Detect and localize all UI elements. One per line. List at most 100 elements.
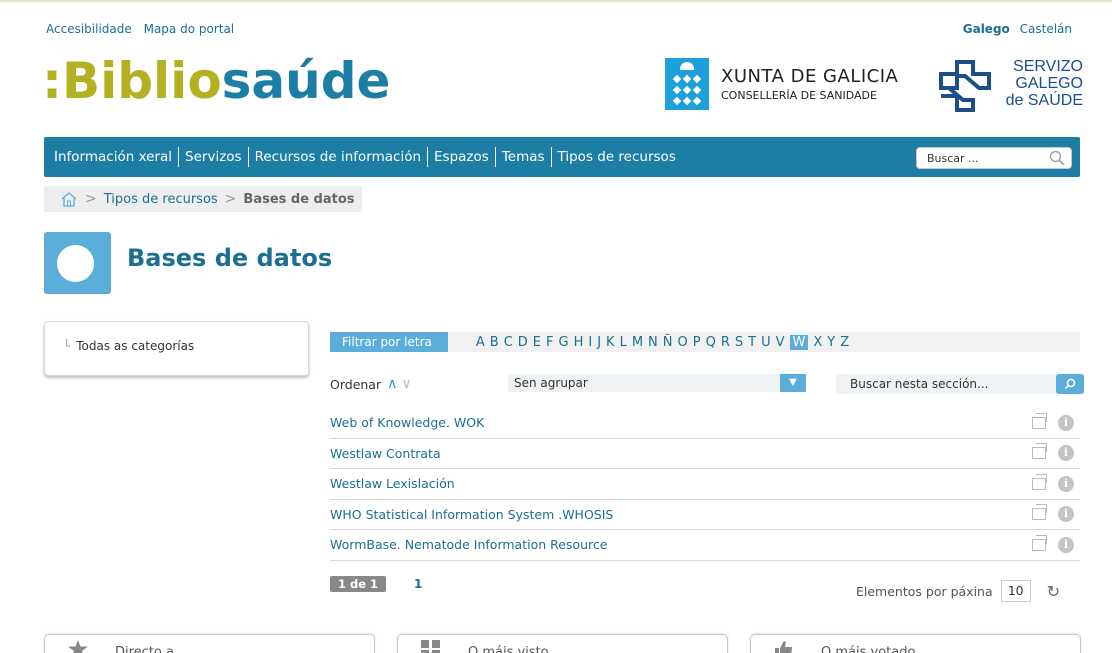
letter-h[interactable]: H <box>574 335 584 350</box>
letter-o[interactable]: O <box>678 335 688 350</box>
letter-d[interactable]: D <box>518 335 528 350</box>
per-page-control: Elementos por páxina 10 ↻ <box>856 580 1060 602</box>
per-page-input[interactable]: 10 <box>1000 580 1031 602</box>
search-icon <box>1064 378 1076 390</box>
letter-w[interactable]: W <box>789 334 809 350</box>
page-icon <box>44 232 111 294</box>
section-search-button[interactable] <box>1056 374 1084 394</box>
group-select[interactable]: Sen agrupar ▼ <box>508 374 806 392</box>
nav-item-servizos[interactable]: Servizos <box>179 147 249 167</box>
letter-x[interactable]: X <box>813 335 822 350</box>
star-icon <box>68 640 88 653</box>
letter-z[interactable]: Z <box>840 335 849 350</box>
letter-filter: Filtrar por letra ABCDEFGHIJKLMNÑOPQRSTU… <box>330 332 1080 352</box>
lang-castelan[interactable]: Castelán <box>1020 22 1072 36</box>
letter-n[interactable]: N <box>648 335 658 350</box>
breadcrumb-tipos-recursos[interactable]: Tipos de recursos <box>104 192 218 207</box>
section-search-input[interactable]: Buscar nesta sección... <box>836 374 1084 394</box>
tab-mais-visto[interactable]: O máis visto <box>397 634 728 653</box>
tab-directo[interactable]: Directo a <box>44 634 375 653</box>
lang-galego[interactable]: Galego <box>963 22 1010 36</box>
new-window-icon[interactable] <box>1032 504 1047 521</box>
result-link[interactable]: Westlaw Contrata <box>330 446 441 461</box>
new-window-icon[interactable] <box>1032 473 1047 490</box>
info-icon[interactable]: i <box>1058 445 1074 462</box>
sergas-line1: SERVIZO <box>1013 58 1083 75</box>
letter-p[interactable]: P <box>693 335 701 350</box>
letter-b[interactable]: B <box>490 335 499 350</box>
nav-item-temas[interactable]: Temas <box>496 147 552 167</box>
breadcrumb-current: Bases de datos <box>243 191 355 207</box>
new-window-icon[interactable] <box>1032 412 1047 429</box>
letter-m[interactable]: M <box>632 335 643 350</box>
letter-g[interactable]: G <box>558 335 568 350</box>
letter-j[interactable]: J <box>597 335 601 350</box>
result-actions: i <box>1032 473 1074 492</box>
xunta-department: CONSELLERÍA DE SANIDADE <box>721 89 877 102</box>
nav-item-recursos[interactable]: Recursos de información <box>249 147 429 167</box>
sergas-line2: GALEGO <box>1015 75 1083 92</box>
search-icon[interactable] <box>1049 150 1065 166</box>
bibliosaude-logo[interactable]: :Bibliosaúde <box>42 46 390 116</box>
page-count-badge: 1 de 1 <box>330 576 387 592</box>
category-all[interactable]: └ Todas as categorías <box>63 339 194 353</box>
letter-i[interactable]: I <box>588 335 592 350</box>
top-border <box>0 0 1112 2</box>
letter-f[interactable]: F <box>546 335 553 350</box>
tab-directo-label: Directo a <box>115 645 174 653</box>
info-icon[interactable]: i <box>1058 414 1074 431</box>
new-window-icon[interactable] <box>1032 534 1047 551</box>
category-box: └ Todas as categorías <box>44 321 309 376</box>
main-nav: Información xeral Servizos Recursos de i… <box>44 137 1080 177</box>
accessibility-link[interactable]: Accesibilidade <box>46 22 132 36</box>
info-icon[interactable]: i <box>1058 506 1074 523</box>
result-link[interactable]: Web of Knowledge. WOK <box>330 415 484 430</box>
sort-control: Ordenar ∧ ∨ <box>330 376 412 392</box>
new-window-icon[interactable] <box>1032 443 1047 460</box>
language-switcher: Galego Castelán <box>963 22 1072 36</box>
result-link[interactable]: Westlaw Lexislación <box>330 476 455 491</box>
xunta-logo[interactable]: XUNTA DE GALICIA CONSELLERÍA DE SANIDADE <box>665 58 898 110</box>
letter-l[interactable]: L <box>620 335 627 350</box>
results-list: Web of Knowledge. WOK i Westlaw Contrata i W… <box>330 408 1080 561</box>
tab-mais-votado[interactable]: O máis votado <box>750 634 1081 653</box>
result-row: Westlaw Contrata i <box>330 439 1080 469</box>
letter-c[interactable]: C <box>504 335 513 350</box>
letter-ñ[interactable]: Ñ <box>663 335 673 350</box>
page-title: Bases de datos <box>127 244 333 272</box>
letter-t[interactable]: T <box>748 335 756 350</box>
page-link[interactable]: 1 <box>414 577 422 591</box>
nav-item-espazos[interactable]: Espazos <box>428 147 496 167</box>
letter-k[interactable]: K <box>606 335 615 350</box>
letter-u[interactable]: U <box>761 335 771 350</box>
site-search-input[interactable]: Buscar ... <box>916 147 1072 169</box>
sort-desc-icon[interactable]: ∨ <box>401 376 411 392</box>
refresh-icon[interactable]: ↻ <box>1047 582 1060 601</box>
info-icon[interactable]: i <box>1058 536 1074 553</box>
letter-e[interactable]: E <box>533 335 541 350</box>
result-link[interactable]: WHO Statistical Information System .WHOS… <box>330 507 613 522</box>
result-row: WormBase. Nematode Information Resource i <box>330 530 1080 561</box>
chevron-down-icon[interactable]: ▼ <box>780 374 806 392</box>
result-link[interactable]: WormBase. Nematode Information Resource <box>330 537 607 552</box>
sitemap-link[interactable]: Mapa do portal <box>144 22 235 36</box>
result-actions: i <box>1032 412 1074 431</box>
site-search-placeholder: Buscar ... <box>927 151 979 165</box>
nav-item-tipos-recursos[interactable]: Tipos de recursos <box>552 147 682 167</box>
breadcrumb: > Tipos de recursos > Bases de datos <box>44 186 362 212</box>
sort-asc-icon[interactable]: ∧ <box>387 376 397 392</box>
logo-part2: saúde <box>221 52 391 110</box>
info-icon[interactable]: i <box>1058 475 1074 492</box>
letter-q[interactable]: Q <box>706 335 716 350</box>
pagination: 1 de 1 1 <box>330 576 422 592</box>
result-row: WHO Statistical Information System .WHOS… <box>330 500 1080 530</box>
nav-item-informacion-xeral[interactable]: Información xeral <box>48 147 180 167</box>
home-icon[interactable] <box>60 191 78 207</box>
letter-s[interactable]: S <box>735 335 743 350</box>
letter-y[interactable]: Y <box>827 335 835 350</box>
sergas-logo[interactable]: SERVIZO GALEGO de SAÚDE <box>935 58 1083 114</box>
letter-r[interactable]: R <box>721 335 730 350</box>
tab-mais-visto-label: O máis visto <box>468 645 549 653</box>
letter-v[interactable]: V <box>776 335 785 350</box>
letter-a[interactable]: A <box>476 335 485 350</box>
